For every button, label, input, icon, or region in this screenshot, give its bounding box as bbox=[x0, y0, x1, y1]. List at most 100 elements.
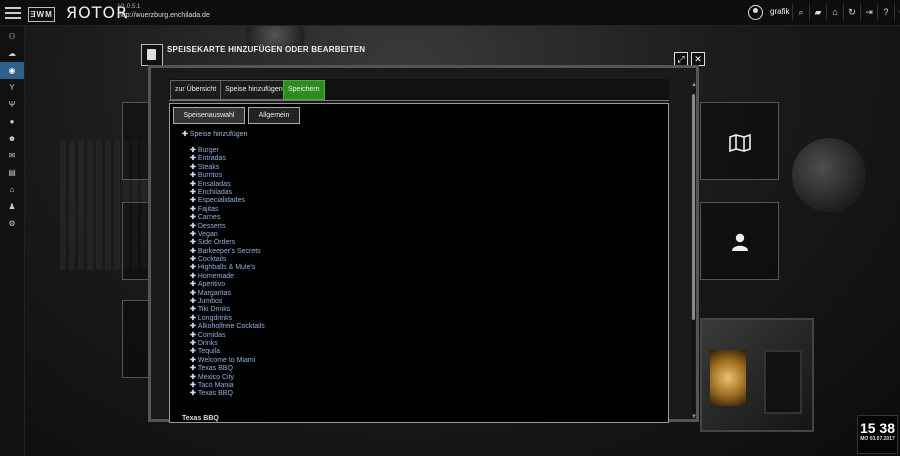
category-list: ✚ Burger ✚ Entradas ✚ Steaks ✚ Burritos ✚ Ensalad… bbox=[190, 147, 265, 399]
category-item[interactable]: ✚ Tiki Drinks bbox=[190, 306, 265, 314]
settings-icon[interactable]: ⚙ bbox=[0, 215, 24, 232]
tab-add-dish[interactable]: Speise hinzufügen bbox=[220, 80, 288, 100]
category-label: Fajitas bbox=[197, 205, 219, 213]
plus-icon: ✚ bbox=[190, 147, 196, 154]
hamburger-menu-icon[interactable] bbox=[4, 4, 22, 20]
list-icon[interactable]: ▤ bbox=[0, 164, 24, 181]
plus-icon: ✚ bbox=[190, 339, 196, 347]
plus-icon: ✚ bbox=[190, 323, 196, 331]
plus-icon: ✚ bbox=[190, 298, 196, 306]
mail-icon[interactable]: ✉ bbox=[0, 147, 24, 164]
search-icon[interactable]: ⌕ bbox=[792, 4, 809, 20]
chat-icon[interactable]: ▰ bbox=[809, 4, 826, 20]
category-item[interactable]: ✚ Welcome to Miami bbox=[190, 357, 265, 365]
person-tile[interactable] bbox=[700, 202, 779, 280]
plus-icon: ✚ bbox=[190, 272, 196, 280]
category-item[interactable]: ✚ Margaritas bbox=[190, 290, 265, 298]
sitemap-icon[interactable]: ⚇ bbox=[0, 28, 24, 45]
power-icon[interactable]: ⏻ bbox=[894, 4, 900, 20]
close-icon[interactable]: ✕ bbox=[691, 52, 705, 66]
scroll-up-icon[interactable]: ▲ bbox=[691, 82, 697, 88]
cocktail-icon[interactable]: Y bbox=[0, 79, 24, 96]
plus-icon: ✚ bbox=[190, 256, 196, 264]
dialog-tabs: zur Übersicht Speise hinzufügen Speicher… bbox=[169, 79, 669, 101]
plus-icon: ✚ bbox=[190, 373, 196, 381]
user-avatar-icon[interactable] bbox=[748, 5, 763, 20]
plus-icon: ✚ bbox=[190, 214, 196, 222]
person-icon[interactable]: ♟ bbox=[0, 198, 24, 215]
category-label: Desserts bbox=[197, 222, 226, 230]
category-item[interactable]: ✚ Carnes bbox=[190, 214, 265, 222]
category-label: Barkeeper's Secrets bbox=[197, 247, 261, 255]
category-item[interactable]: ✚ Steaks bbox=[190, 164, 265, 172]
category-label: Burger bbox=[197, 147, 219, 154]
category-label: Jumbos bbox=[197, 298, 223, 306]
category-item[interactable]: ✚ Tequila bbox=[190, 348, 265, 356]
category-item[interactable]: ✚ Comidas bbox=[190, 332, 265, 340]
scrollbar[interactable]: ▲ ▼ bbox=[691, 82, 697, 420]
category-label: Margaritas bbox=[197, 289, 231, 297]
plus-icon: ✚ bbox=[190, 188, 196, 196]
expand-icon[interactable]: ⤢ bbox=[674, 52, 688, 66]
refresh-icon[interactable]: ↻ bbox=[843, 4, 860, 20]
plus-icon: ✚ bbox=[190, 314, 196, 322]
plus-icon: ✚ bbox=[190, 155, 196, 163]
category-item[interactable]: ✚ Alkoholfreie Cocktails bbox=[190, 323, 265, 331]
clock-widget: 15 38 MO 03.07.2017 bbox=[857, 415, 898, 454]
category-item[interactable]: ✚ Barkeeper's Secrets bbox=[190, 248, 265, 256]
plus-icon: ✚ bbox=[190, 230, 196, 238]
save-button[interactable]: Speichern bbox=[283, 80, 325, 100]
category-label: Alkoholfreie Cocktails bbox=[197, 323, 265, 331]
home-icon[interactable]: ⌂ bbox=[826, 4, 843, 20]
username[interactable]: grafik bbox=[770, 7, 790, 16]
category-label: Tequila bbox=[197, 348, 221, 356]
help-icon[interactable]: ? bbox=[877, 4, 894, 20]
category-item[interactable]: ✚ Longdrinks bbox=[190, 315, 265, 323]
category-label: Tiki Drinks bbox=[197, 306, 231, 314]
category-label: Drinks bbox=[197, 339, 218, 347]
cloud-icon[interactable]: ☁ bbox=[0, 45, 24, 62]
dish-selection-panel: Speisenauswahl Allgemein ✚ Speise hinzufü… bbox=[169, 103, 669, 423]
scroll-thumb[interactable] bbox=[692, 94, 695, 320]
category-item[interactable]: ✚ Mexico City bbox=[190, 374, 265, 382]
category-label: Steaks bbox=[197, 163, 220, 171]
category-label: Ensaladas bbox=[197, 180, 231, 188]
location-icon[interactable]: ● bbox=[0, 113, 24, 130]
category-item[interactable]: ✚ Fajitas bbox=[190, 206, 265, 214]
book-icon bbox=[141, 44, 163, 66]
category-item[interactable]: ✚ Texas BBQ bbox=[190, 390, 265, 398]
category-item[interactable]: ✚ Highballs & Mule's bbox=[190, 264, 265, 272]
category-label: Carnes bbox=[197, 214, 221, 222]
tab-dish-selection[interactable]: Speisenauswahl bbox=[173, 107, 245, 124]
category-item[interactable]: ✚ Texas BBQ bbox=[190, 365, 265, 373]
map-tile[interactable] bbox=[700, 102, 779, 180]
menu-dialog: zur Übersicht Speise hinzufügen Speicher… bbox=[148, 65, 699, 423]
add-dish-link[interactable]: ✚ Speise hinzufügen bbox=[182, 130, 247, 138]
plus-icon: ✚ bbox=[190, 247, 196, 255]
cutlery-icon[interactable]: Ψ bbox=[0, 96, 24, 113]
tab-overview[interactable]: zur Übersicht bbox=[170, 80, 222, 100]
tab-general[interactable]: Allgemein bbox=[248, 107, 300, 124]
category-label: Burritos bbox=[197, 172, 222, 180]
background-sign bbox=[792, 138, 866, 212]
logout-icon[interactable]: ⇥ bbox=[860, 4, 877, 20]
category-item[interactable]: ✚ Aperitivo bbox=[190, 281, 265, 289]
category-item[interactable]: ✚ Entradas bbox=[190, 155, 265, 163]
plus-icon: ✚ bbox=[190, 348, 196, 356]
category-item[interactable]: ✚ Burritos bbox=[190, 172, 265, 180]
category-item[interactable]: ✚ Homemade bbox=[190, 273, 265, 281]
site-url: http://wuerzburg.enchilada.de bbox=[118, 12, 210, 19]
globe-icon[interactable]: ◉ bbox=[0, 62, 24, 79]
house-icon[interactable]: ⌂ bbox=[0, 181, 24, 198]
category-item[interactable]: ✚ Especialidades bbox=[190, 197, 265, 205]
top-bar: ƎWM ЯOTOR V1.0.5.1 http://wuerzburg.ench… bbox=[0, 0, 900, 26]
group-icon[interactable]: ☻ bbox=[0, 130, 24, 147]
background-cube bbox=[700, 318, 814, 432]
category-item[interactable]: ✚ Side Orders bbox=[190, 239, 265, 247]
category-item[interactable]: ✚ Ensaladas bbox=[190, 181, 265, 189]
plus-icon: ✚ bbox=[190, 390, 196, 398]
clock-date: MO 03.07.2017 bbox=[860, 436, 895, 442]
plus-icon: ✚ bbox=[190, 281, 196, 289]
category-item[interactable]: ✚ Desserts bbox=[190, 223, 265, 231]
scroll-down-icon[interactable]: ▼ bbox=[691, 414, 697, 420]
